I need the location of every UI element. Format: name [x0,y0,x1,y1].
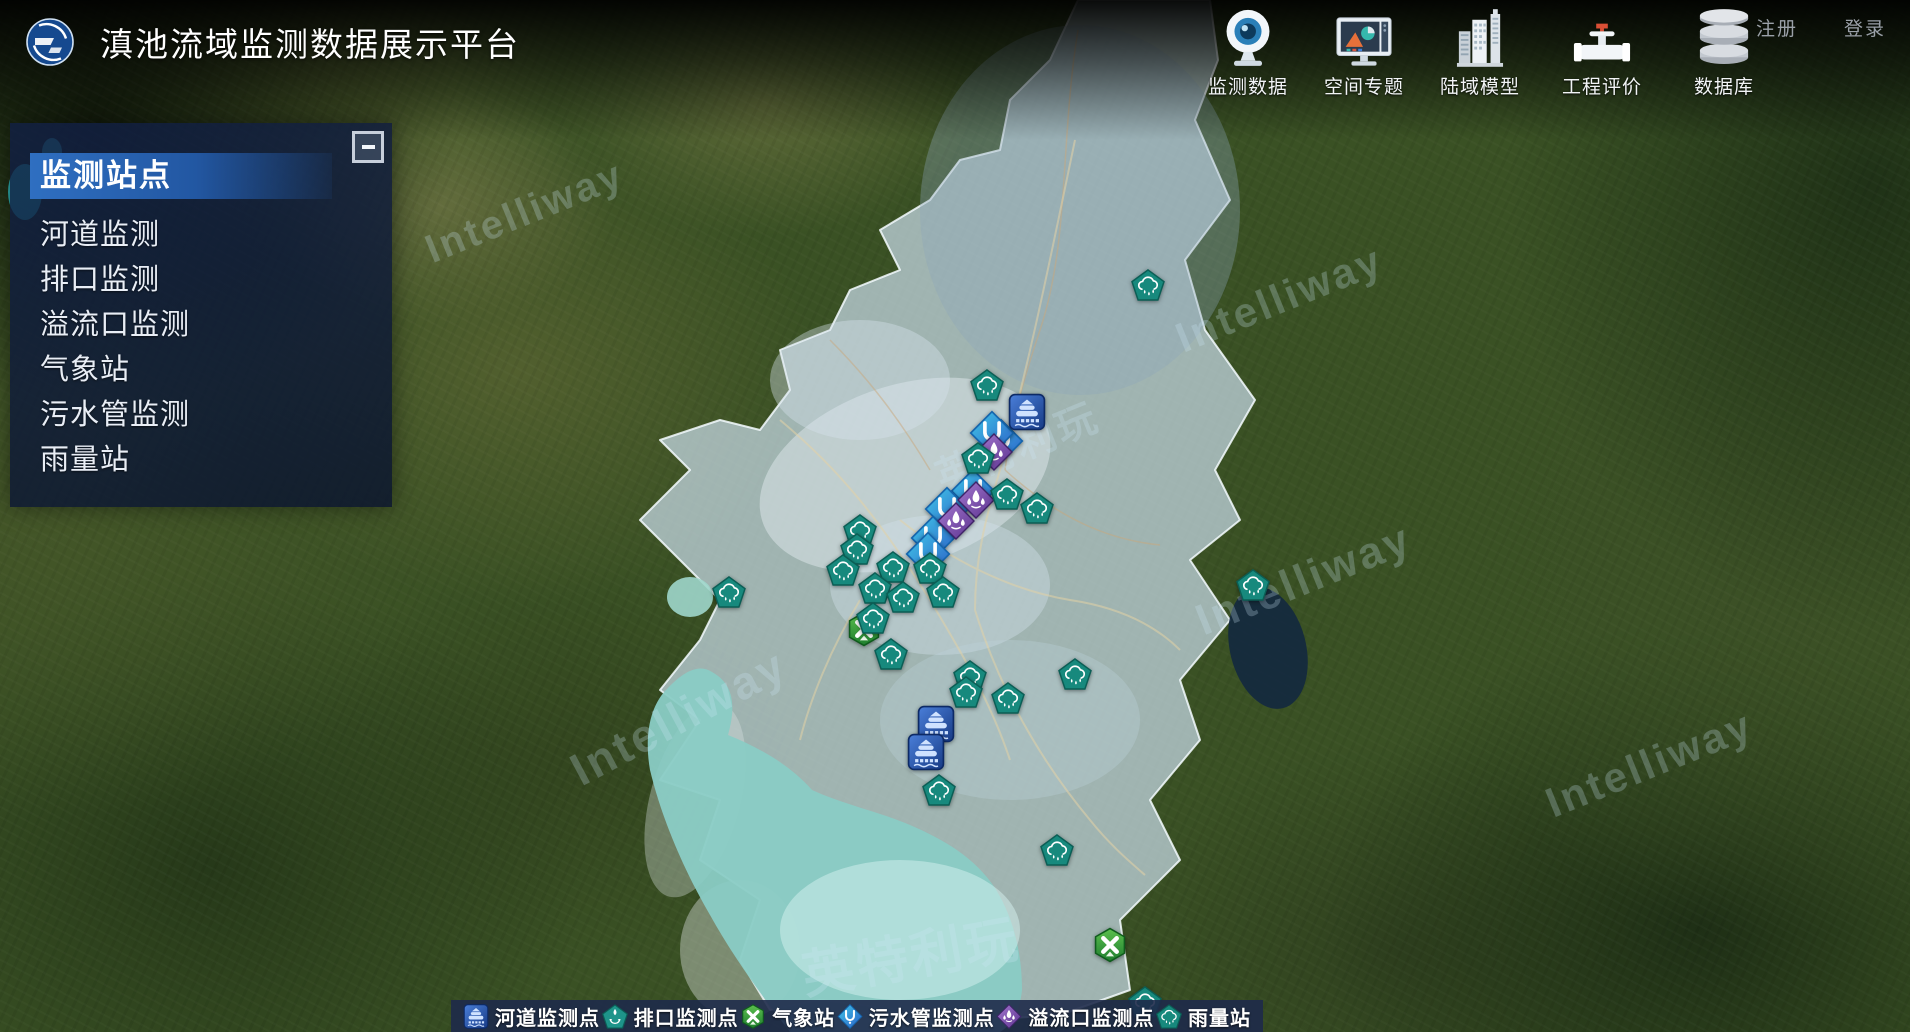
legend-item-outfall[interactable]: 排口监测点 [602,1002,739,1031]
weather-station-icon [740,1004,766,1029]
auth-links: 注册 登录 [1756,14,1886,41]
weather-marker[interactable] [1093,928,1128,963]
valve-icon [1572,6,1632,68]
rain-marker[interactable] [922,774,956,806]
register-link[interactable]: 注册 [1756,14,1798,41]
legend-label: 气象站 [772,1002,835,1031]
legend-item-sewage[interactable]: 污水管监测点 [837,1002,995,1031]
nav-label: 陆域模型 [1440,72,1520,99]
nav-item-spatial-theme[interactable]: 空间专题 [1318,6,1410,99]
rain-marker[interactable] [1040,834,1074,866]
river-marker[interactable] [908,734,945,771]
brand: 滇池流域监测数据展示平台 [26,18,520,66]
rain-marker[interactable] [1020,492,1054,524]
buildings-icon [1456,6,1504,68]
legend-item-rain[interactable]: 雨量站 [1156,1002,1251,1031]
monitor-chart-icon [1335,6,1393,68]
panel-minimize-button[interactable] [352,131,384,163]
rain-marker[interactable] [1058,658,1092,690]
rain-marker[interactable] [886,581,920,613]
legend-label: 排口监测点 [634,1002,739,1031]
nav-item-land-model[interactable]: 陆域模型 [1434,6,1526,99]
panel-item-list: 河道监测 排口监测 溢流口监测 气象站 污水管监测 雨量站 [40,213,392,483]
minus-icon [362,145,375,149]
legend-label: 溢流口监测点 [1028,1002,1154,1031]
rain-marker[interactable] [970,369,1004,401]
map-legend-bar: 河道监测点 排口监测点 气象站 污水管监测点 溢流口监测点 雨量站 [451,1000,1263,1032]
rain-marker[interactable] [1131,269,1165,301]
webcam-icon [1220,6,1276,68]
monitoring-stations-panel: 监测站点 河道监测 排口监测 溢流口监测 气象站 污水管监测 雨量站 [10,123,392,507]
rain-marker[interactable] [926,576,960,608]
legend-label: 雨量站 [1188,1002,1251,1031]
app-window: Intelliway英特利玩IntelliwayIntelliway英特利玩In… [0,0,1910,1032]
rain-marker[interactable] [990,478,1024,510]
rain-marker[interactable] [949,676,983,708]
nav-label: 数据库 [1694,72,1754,99]
page-title: 滇池流域监测数据展示平台 [100,18,520,66]
rain-marker[interactable] [1236,569,1270,601]
nav-label: 工程评价 [1562,72,1642,99]
rain-gauge-icon [1156,1004,1182,1029]
rain-marker[interactable] [961,442,995,474]
sidebar-item-rain-station[interactable]: 雨量站 [40,438,392,483]
rain-marker[interactable] [712,576,746,608]
sewage-pipe-icon [837,1004,863,1029]
database-icon [1697,6,1751,68]
platform-logo-icon [26,18,74,66]
overflow-marker[interactable] [937,502,975,540]
legend-item-weather[interactable]: 气象站 [740,1002,835,1031]
rain-marker[interactable] [874,638,908,670]
river-monitor-icon [463,1004,489,1029]
nav-label: 监测数据 [1208,72,1288,99]
panel-title[interactable]: 监测站点 [30,153,332,199]
login-link[interactable]: 登录 [1844,14,1886,41]
legend-label: 污水管监测点 [869,1002,995,1031]
sidebar-item-weather-station[interactable]: 气象站 [40,348,392,393]
nav-item-monitor-data[interactable]: 监测数据 [1202,6,1294,99]
nav-label: 空间专题 [1324,72,1404,99]
rain-marker[interactable] [826,554,860,586]
legend-label: 河道监测点 [495,1002,600,1031]
legend-item-river[interactable]: 河道监测点 [463,1002,600,1031]
rain-marker[interactable] [856,602,890,634]
rain-marker[interactable] [991,682,1025,714]
sidebar-item-sewage-monitoring[interactable]: 污水管监测 [40,393,392,438]
sidebar-item-outfall-monitoring[interactable]: 排口监测 [40,258,392,303]
sidebar-item-river-monitoring[interactable]: 河道监测 [40,213,392,258]
nav-item-project-eval[interactable]: 工程评价 [1550,6,1654,99]
main-nav: 监测数据 空间专题 [1202,6,1770,99]
sidebar-item-overflow-monitoring[interactable]: 溢流口监测 [40,303,392,348]
overflow-outlet-icon [996,1004,1022,1029]
legend-item-overflow[interactable]: 溢流口监测点 [996,1002,1154,1031]
outfall-monitor-icon [602,1004,628,1029]
river-marker[interactable] [1009,394,1046,431]
